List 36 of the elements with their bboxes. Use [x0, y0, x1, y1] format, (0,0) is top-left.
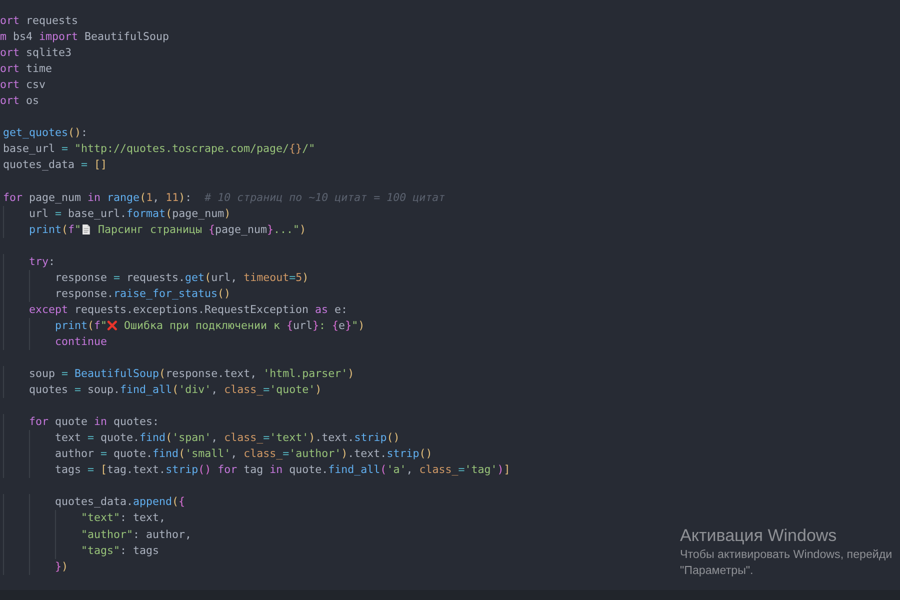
code-text: author = quote.find('small', class_='author').text.strip() — [55, 446, 432, 462]
code-text: response = requests.get(url, timeout=5) — [55, 270, 309, 286]
activation-text: "Параметры". — [680, 563, 754, 579]
document-icon — [81, 224, 92, 236]
code-text: print(f" — [29, 222, 82, 238]
code-text: for page_num in range(1, 11): # 10 страниц по ~10 цитат = 100 цитат — [3, 190, 446, 206]
code-text: print(f" — [55, 318, 108, 334]
code-text: response.raise_for_status() — [55, 286, 231, 302]
code-text: quotes_data = [] — [3, 157, 108, 174]
code-text: quotes_data.append({ — [55, 494, 186, 510]
code-text: tags = [tag.text.strip() for tag in quote.find_all('a', class_='tag')] — [55, 462, 510, 478]
code-text: text = quote.find('span', class_='text').text.strip() — [55, 430, 400, 446]
code-text: "tags": tags — [81, 542, 160, 559]
code-text: ort sqlite3 — [0, 45, 72, 62]
code-text: continue — [55, 334, 108, 350]
activation-text: Чтобы активировать Windows, перейди — [680, 547, 892, 563]
code-text: base_url = "http://quotes.toscrape.com/page/{}/" — [3, 141, 316, 158]
code-text: "text": text, — [81, 510, 166, 526]
code-text: quotes = soup.find_all('div', class_='quote') — [29, 382, 322, 398]
code-text: ort csv — [0, 77, 46, 94]
code-text: except requests.exceptions.RequestException as e: — [29, 302, 348, 318]
code-text: get_quotes(): — [3, 125, 88, 142]
code-text: Ошибка при подключении к {url}: {e}") — [122, 318, 365, 334]
code-text: try: — [29, 254, 56, 270]
code-text: Парсинг страницы {page_num}...") — [96, 222, 306, 238]
cross-icon — [107, 320, 118, 332]
code-text: for quote in quotes: — [29, 414, 160, 430]
code-text: url = base_url.format(page_num) — [29, 206, 231, 222]
code-text: }) — [55, 558, 68, 575]
activation-title: Активация Windows — [680, 525, 838, 547]
code-text: "author": author, — [81, 526, 192, 542]
code-text: soup = BeautifulSoup(response.text, 'html.parser') — [29, 366, 354, 382]
code-text: m bs4 import BeautifulSoup — [0, 29, 170, 46]
code-text: ort os — [0, 93, 40, 110]
code-text: ort requests — [0, 13, 78, 29]
code-text: ort time — [0, 61, 52, 78]
